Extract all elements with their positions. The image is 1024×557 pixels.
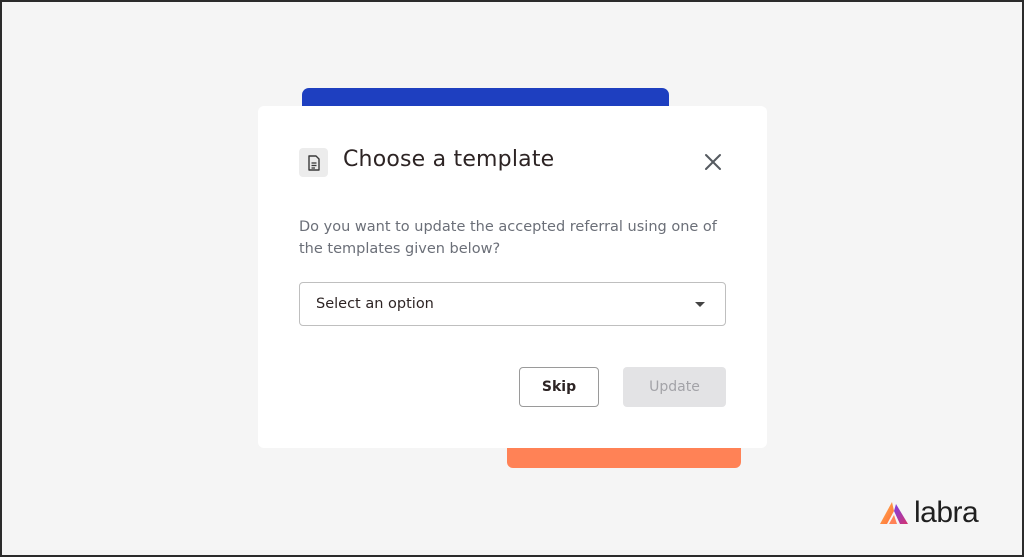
brand-logo: labra [878, 496, 979, 529]
dialog-description: Do you want to update the accepted refer… [299, 219, 717, 257]
template-select[interactable]: Select an option [299, 282, 726, 326]
document-icon [299, 148, 328, 177]
choose-template-dialog: Choose a template Do you want to update … [258, 106, 767, 448]
brand-name: labra [914, 496, 979, 529]
close-icon[interactable] [701, 150, 725, 174]
dialog-title: Choose a template [343, 147, 555, 172]
caret-down-icon [695, 301, 705, 307]
template-select-value: Select an option [316, 296, 434, 312]
skip-button[interactable]: Skip [519, 367, 599, 407]
labra-logo-icon [880, 502, 908, 524]
update-button[interactable]: Update [623, 367, 726, 407]
